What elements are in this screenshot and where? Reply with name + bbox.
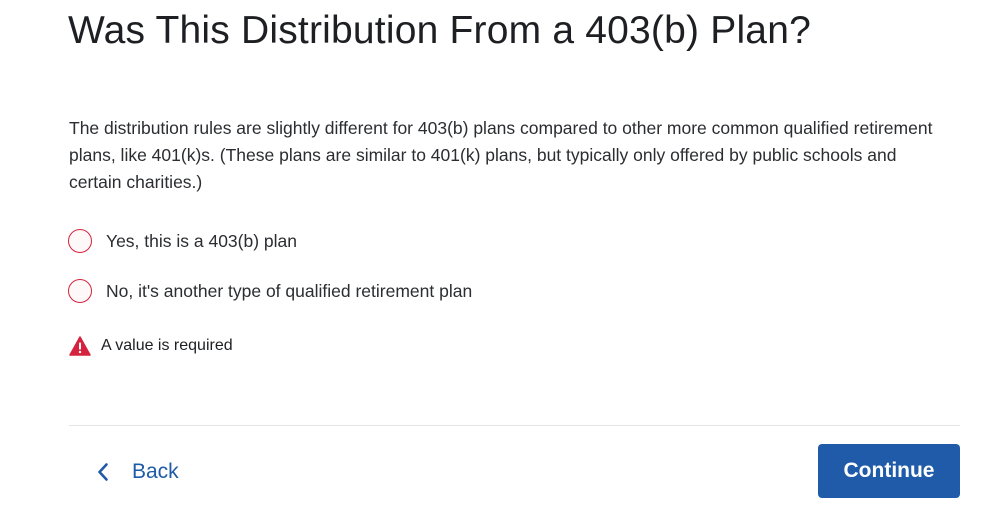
radio-button-no[interactable]: [68, 279, 92, 303]
radio-button-yes[interactable]: [68, 229, 92, 253]
chevron-left-icon: [98, 463, 108, 481]
radio-label-yes[interactable]: Yes, this is a 403(b) plan: [106, 228, 297, 254]
back-button[interactable]: Back: [84, 446, 191, 498]
warning-triangle-icon: [69, 336, 91, 356]
validation-error-message: A value is required: [101, 337, 233, 354]
validation-error: A value is required: [69, 335, 233, 357]
radio-option-no[interactable]: No, it's another type of qualified retir…: [68, 278, 472, 304]
radio-option-yes[interactable]: Yes, this is a 403(b) plan: [68, 228, 297, 254]
back-button-label[interactable]: Back: [132, 460, 179, 484]
page: Was This Distribution From a 403(b) Plan…: [0, 0, 999, 519]
page-description: The distribution rules are slightly diff…: [69, 118, 933, 192]
continue-button[interactable]: Continue: [818, 444, 960, 498]
footer-divider: [69, 425, 960, 426]
radio-label-no[interactable]: No, it's another type of qualified retir…: [106, 278, 472, 304]
page-title: Was This Distribution From a 403(b) Plan…: [68, 9, 811, 52]
